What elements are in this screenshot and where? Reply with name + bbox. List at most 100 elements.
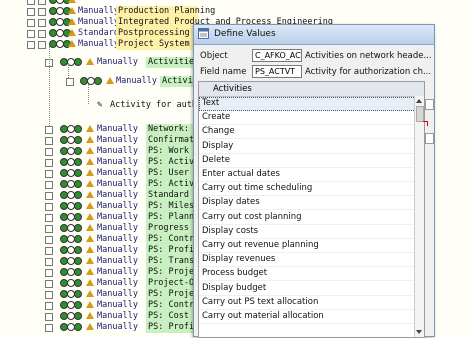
- expand-node-icon[interactable]: [45, 247, 53, 255]
- warning-icon: [86, 257, 94, 264]
- tree-row[interactable]: Manually Production Planning: [0, 6, 474, 17]
- status-text: Manually: [97, 168, 138, 178]
- warning-icon: [68, 0, 76, 3]
- warning-icon: [86, 323, 94, 330]
- tree-connector-line: [88, 84, 89, 104]
- status-text: Manually: [97, 311, 138, 321]
- expand-node-icon[interactable]: [27, 30, 35, 38]
- expand-node-icon[interactable]: [45, 313, 53, 321]
- side-toggle-button[interactable]: [425, 133, 434, 144]
- expand-node-icon[interactable]: [45, 324, 53, 332]
- list-item[interactable]: Carry out material allocation: [199, 310, 418, 324]
- list-item[interactable]: Process budget: [199, 267, 418, 282]
- list-item[interactable]: Delete: [199, 154, 418, 168]
- warning-icon: [86, 147, 94, 154]
- status-text: Manually: [97, 201, 138, 211]
- scroll-thumb[interactable]: [416, 106, 424, 122]
- list-item[interactable]: Carry out PS text allocation: [199, 296, 418, 310]
- expand-node-icon[interactable]: [45, 181, 53, 189]
- warning-icon: [86, 58, 94, 65]
- traffic-light-icon: [60, 257, 82, 266]
- traffic-light-icon: [60, 224, 82, 233]
- node-description: PS: Activi: [146, 157, 200, 168]
- expand-node-icon[interactable]: [45, 280, 53, 288]
- node-description: PS: Projec: [146, 267, 200, 278]
- list-item[interactable]: Carry out cost planning: [199, 211, 418, 225]
- field-name-description: Activity for authorization ch...: [305, 67, 432, 77]
- expand-node-icon[interactable]: [45, 302, 53, 310]
- expand-node-icon[interactable]: [45, 170, 53, 178]
- warning-icon: [68, 18, 76, 25]
- traffic-light-icon: [60, 235, 82, 244]
- status-text: Manually: [97, 157, 138, 167]
- warning-icon: [86, 136, 94, 143]
- list-item[interactable]: Display dates: [199, 196, 418, 211]
- expand-node-icon[interactable]: [45, 203, 53, 211]
- expand-node-icon[interactable]: [45, 159, 53, 167]
- expand-node-icon[interactable]: [45, 126, 53, 134]
- expand-node-icon[interactable]: [45, 214, 53, 222]
- node-description: Standard W: [146, 190, 200, 201]
- expand-node-icon[interactable]: [45, 291, 53, 299]
- field-name-field[interactable]: PS_ACTVT: [252, 65, 302, 78]
- object-field[interactable]: C_AFKO_ACT: [252, 49, 302, 62]
- list-item[interactable]: Display costs: [199, 225, 418, 239]
- traffic-light-icon: [60, 268, 82, 277]
- object-label: Object: [200, 51, 228, 61]
- node-checkbox[interactable]: [38, 19, 46, 27]
- traffic-light-icon: [60, 213, 82, 222]
- list-item[interactable]: Display: [199, 140, 418, 154]
- scroll-up-icon[interactable]: [416, 99, 422, 103]
- list-item-selected[interactable]: Text: [199, 97, 418, 111]
- list-item[interactable]: Display budget: [199, 282, 418, 296]
- expand-node-icon[interactable]: [45, 137, 53, 145]
- expand-node-icon[interactable]: [27, 0, 35, 5]
- status-text: Manually: [97, 223, 138, 233]
- status-text: Manually: [97, 256, 138, 266]
- status-text: Manually: [97, 57, 138, 67]
- list-item[interactable]: Change: [199, 125, 418, 140]
- traffic-light-icon: [60, 191, 82, 200]
- list-header-label: Activities: [213, 84, 252, 94]
- expand-node-icon[interactable]: [27, 8, 35, 16]
- edit-pencil-icon[interactable]: ✎: [97, 100, 102, 111]
- expand-node-icon[interactable]: [45, 236, 53, 244]
- list-item[interactable]: Carry out revenue planning: [199, 239, 418, 253]
- warning-icon: [86, 301, 94, 308]
- traffic-light-icon: [60, 290, 82, 299]
- select-column-button[interactable]: [425, 99, 434, 110]
- expand-node-icon[interactable]: [45, 148, 53, 156]
- expand-node-icon[interactable]: [45, 192, 53, 200]
- node-description: Activities: [146, 57, 200, 68]
- warning-icon: [68, 29, 76, 36]
- expand-node-icon[interactable]: [66, 78, 74, 86]
- status-text: Manually: [97, 289, 138, 299]
- expand-node-icon[interactable]: [45, 258, 53, 266]
- node-checkbox[interactable]: [38, 30, 46, 38]
- dialog-title: Define Values: [214, 29, 276, 39]
- list-header[interactable]: Activities: [199, 82, 424, 97]
- status-text: Manually: [97, 278, 138, 288]
- expand-node-icon[interactable]: [45, 225, 53, 233]
- node-checkbox[interactable]: [38, 41, 46, 49]
- expand-node-icon[interactable]: [45, 269, 53, 277]
- node-description: Activities: [160, 76, 214, 87]
- traffic-light-icon: [60, 279, 82, 288]
- list-item[interactable]: Create: [199, 111, 418, 126]
- list-item[interactable]: Display revenues: [199, 253, 418, 268]
- list-item[interactable]: Enter actual dates: [199, 168, 418, 182]
- expand-node-icon[interactable]: [27, 19, 35, 27]
- warning-icon: [86, 224, 94, 231]
- warning-icon: [86, 279, 94, 286]
- dialog-title-bar[interactable]: Define Values: [194, 25, 434, 45]
- node-checkbox[interactable]: [38, 8, 46, 16]
- warning-icon: [86, 290, 94, 297]
- scroll-down-icon[interactable]: [416, 330, 422, 334]
- list-item[interactable]: Carry out time scheduling: [199, 182, 418, 197]
- list-scrollbar[interactable]: [414, 96, 424, 337]
- status-text: Standard: [78, 28, 119, 38]
- node-checkbox[interactable]: [38, 0, 46, 5]
- expand-node-icon[interactable]: [27, 41, 35, 49]
- node-description: PS: Planne: [146, 212, 200, 223]
- warning-icon: [106, 77, 114, 84]
